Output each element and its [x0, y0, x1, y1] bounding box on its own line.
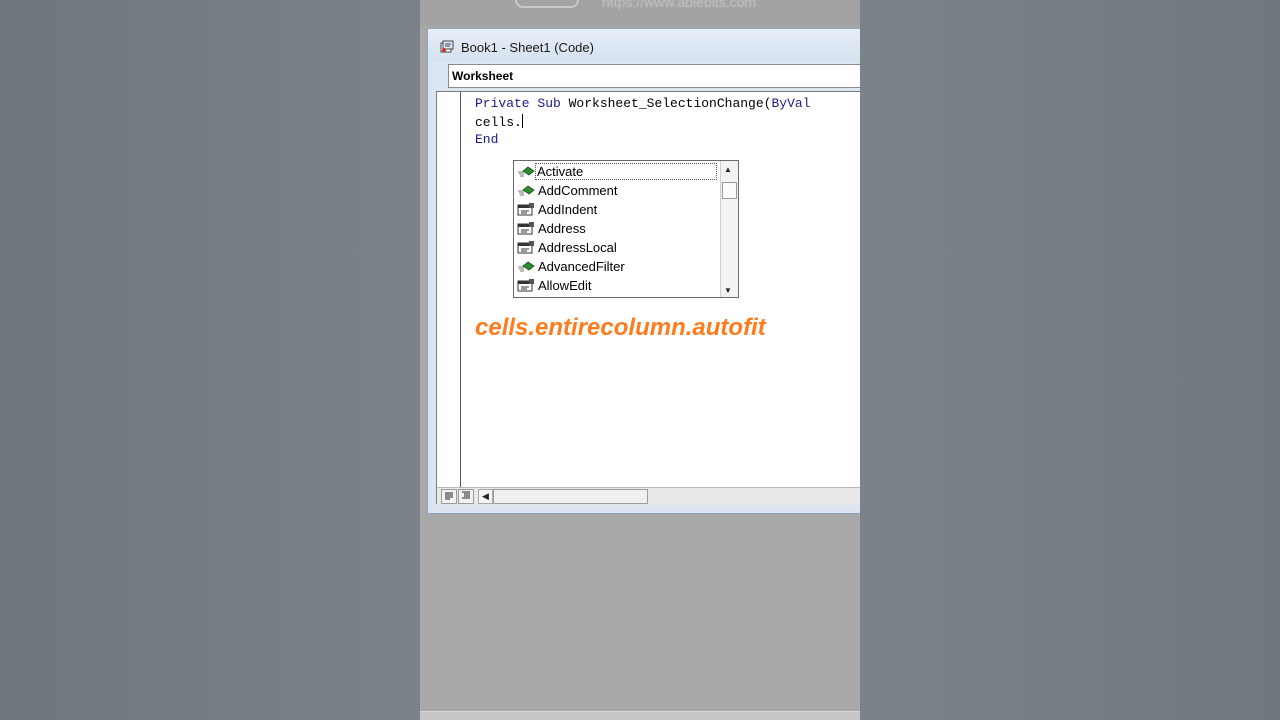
code-window-titlebar: Book1 - Sheet1 (Code) [428, 29, 860, 61]
horizontal-scrollbar-thumb[interactable] [493, 489, 648, 504]
autocomplete-label: AddIndent [538, 202, 598, 217]
object-dropdown[interactable]: Worksheet [448, 64, 860, 88]
autocomplete-scrollbar[interactable]: ▲ ▼ [720, 161, 738, 297]
autocomplete-label: AdvancedFilter [538, 259, 625, 274]
autocomplete-label: AllowEdit [538, 278, 592, 293]
screen-recording: https://www.ablebits.com Book1 - Sheet1 … [420, 0, 860, 720]
autocomplete-item[interactable]: AllowEdit [514, 276, 720, 295]
code-window: Book1 - Sheet1 (Code) Worksheet Private … [427, 28, 860, 514]
scrollbar-thumb[interactable] [722, 182, 737, 199]
code-line-1: Private Sub Worksheet_SelectionChange(By… [475, 96, 810, 111]
autocomplete-item[interactable]: Activate [514, 162, 720, 181]
scroll-down-arrow-icon[interactable]: ▼ [724, 286, 732, 295]
property-icon [517, 279, 534, 292]
code-text: Worksheet_SelectionChange( [560, 96, 772, 111]
procedure-view-button[interactable] [441, 489, 457, 504]
property-icon [517, 222, 534, 235]
background-left [0, 0, 420, 720]
autocomplete-label: Address [538, 221, 586, 236]
code-module-icon [440, 40, 454, 53]
autocomplete-label: AddComment [538, 183, 618, 198]
scroll-up-arrow-icon[interactable]: ▲ [724, 165, 732, 174]
full-module-view-button[interactable] [458, 489, 474, 504]
method-icon [518, 185, 535, 196]
blurred-browser-bar: https://www.ablebits.com [420, 0, 860, 26]
autocomplete-item[interactable]: AdvancedFilter [514, 257, 720, 276]
autocomplete-item[interactable]: AddComment [514, 181, 720, 200]
text-caret [521, 114, 523, 128]
code-keyword: Private Sub [475, 96, 561, 111]
method-icon [518, 166, 535, 177]
code-window-title: Book1 - Sheet1 (Code) [461, 40, 594, 55]
property-icon [517, 241, 534, 254]
code-editor[interactable]: Private Sub Worksheet_SelectionChange(By… [436, 91, 860, 505]
code-keyword: ByVal [771, 96, 811, 111]
background-right [860, 0, 1280, 720]
autocomplete-item[interactable]: AddressLocal [514, 238, 720, 257]
blurred-url: https://www.ablebits.com [602, 0, 757, 10]
method-icon [518, 261, 535, 272]
full-module-view-icon [462, 491, 470, 499]
procedure-view-icon [445, 492, 453, 500]
object-dropdown-value: Worksheet [452, 69, 514, 83]
autocomplete-label: Activate [535, 163, 717, 180]
code-text: cells. [475, 115, 522, 130]
autocomplete-item[interactable]: AddIndent [514, 200, 720, 219]
blurred-button [515, 0, 579, 8]
autocomplete-list[interactable]: Activate AddComment AddIndent Address Ad… [513, 160, 739, 298]
margin-indicator-bar [437, 92, 461, 487]
code-line-2: cells. [475, 114, 523, 130]
code-keyword: End [475, 132, 499, 147]
property-icon [517, 203, 534, 216]
bottom-strip [420, 711, 860, 720]
annotation-overlay: cells.entirecolumn.autofit [475, 314, 766, 341]
horizontal-scrollbar-area: ◀ [437, 487, 860, 505]
autocomplete-label: AddressLocal [538, 240, 617, 255]
code-line-3: End [475, 132, 498, 147]
autocomplete-item[interactable]: Address [514, 219, 720, 238]
scroll-left-arrow-icon[interactable]: ◀ [478, 489, 493, 504]
